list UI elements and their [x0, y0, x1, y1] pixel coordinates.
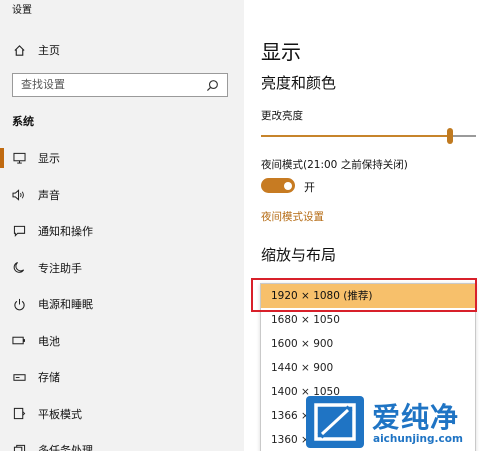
home-icon: [0, 44, 38, 57]
logo-text-en: aichunjing.com: [373, 433, 463, 445]
sidebar-item-label: 电源和睡眠: [38, 298, 93, 312]
sidebar-item-display[interactable]: 显示: [0, 140, 244, 177]
settings-window: 设置 主页 系统 显示: [0, 0, 500, 451]
brightness-label: 更改亮度: [261, 110, 303, 122]
sidebar-item-label: 专注助手: [38, 261, 82, 275]
search-input[interactable]: [21, 78, 201, 91]
resolution-option[interactable]: 1600 × 900: [261, 332, 475, 356]
search-icon[interactable]: [206, 79, 219, 92]
notification-icon: [0, 225, 38, 238]
sidebar-item-notifications[interactable]: 通知和操作: [0, 213, 244, 250]
sidebar-item-label: 通知和操作: [38, 225, 93, 239]
toggle-knob: [284, 181, 292, 190]
storage-icon: [0, 373, 38, 382]
watermark-logo: 爱纯净 aichunjing.com: [306, 396, 500, 451]
multitask-icon: [0, 444, 38, 451]
search-box[interactable]: [12, 73, 228, 97]
monitor-icon: [0, 152, 38, 164]
section-heading-system: 系统: [12, 115, 34, 128]
nav-list: 显示 声音 通知和操作 专注助手 电源和睡眠 电池 存储 平板模式 多任务处理: [0, 140, 244, 451]
sidebar-item-label: 平板模式: [38, 407, 82, 421]
sidebar-item-battery[interactable]: 电池: [0, 323, 244, 360]
sidebar-item-label: 多任务处理: [38, 444, 93, 451]
slider-thumb[interactable]: [447, 128, 454, 144]
power-icon: [0, 298, 38, 311]
sidebar-item-multitasking[interactable]: 多任务处理: [0, 432, 244, 451]
highlight-annotation-box: [251, 278, 477, 312]
sidebar-item-power-sleep[interactable]: 电源和睡眠: [0, 286, 244, 323]
sidebar-item-focus-assist[interactable]: 专注助手: [0, 250, 244, 287]
page-title: 显示: [261, 40, 301, 64]
night-light-toggle[interactable]: [261, 178, 295, 193]
main-content: 显示 亮度和颜色 更改亮度 夜间模式(21:00 之前保持关闭) 开 夜间模式设…: [244, 0, 500, 451]
night-light-state: 开: [304, 181, 315, 194]
speaker-icon: [0, 189, 38, 201]
sidebar-item-label: 显示: [38, 152, 60, 166]
sidebar-item-label: 存储: [38, 371, 60, 385]
brightness-slider[interactable]: [261, 128, 476, 144]
app-title: 设置: [12, 5, 32, 16]
resolution-option[interactable]: 1440 × 900: [261, 356, 475, 380]
brightness-section-heading: 亮度和颜色: [261, 74, 337, 92]
slider-fill: [261, 135, 451, 137]
sidebar: 设置 主页 系统 显示: [0, 0, 244, 451]
night-light-label: 夜间模式(21:00 之前保持关闭): [261, 159, 408, 171]
battery-icon: [0, 336, 38, 345]
sidebar-item-tablet-mode[interactable]: 平板模式: [0, 396, 244, 433]
sidebar-item-home[interactable]: 主页: [0, 38, 244, 62]
tablet-icon: [0, 407, 38, 420]
sidebar-item-label: 主页: [38, 44, 60, 57]
scale-layout-heading: 缩放与布局: [261, 246, 337, 264]
logo-mark-icon: [306, 396, 364, 448]
sidebar-item-label: 声音: [38, 188, 60, 202]
sidebar-item-storage[interactable]: 存储: [0, 359, 244, 396]
sidebar-item-label: 电池: [38, 334, 60, 348]
night-light-settings-link[interactable]: 夜间模式设置: [261, 209, 324, 224]
sidebar-item-sound[interactable]: 声音: [0, 177, 244, 214]
moon-icon: [0, 261, 38, 274]
logo-text-cn: 爱纯净: [372, 401, 460, 434]
